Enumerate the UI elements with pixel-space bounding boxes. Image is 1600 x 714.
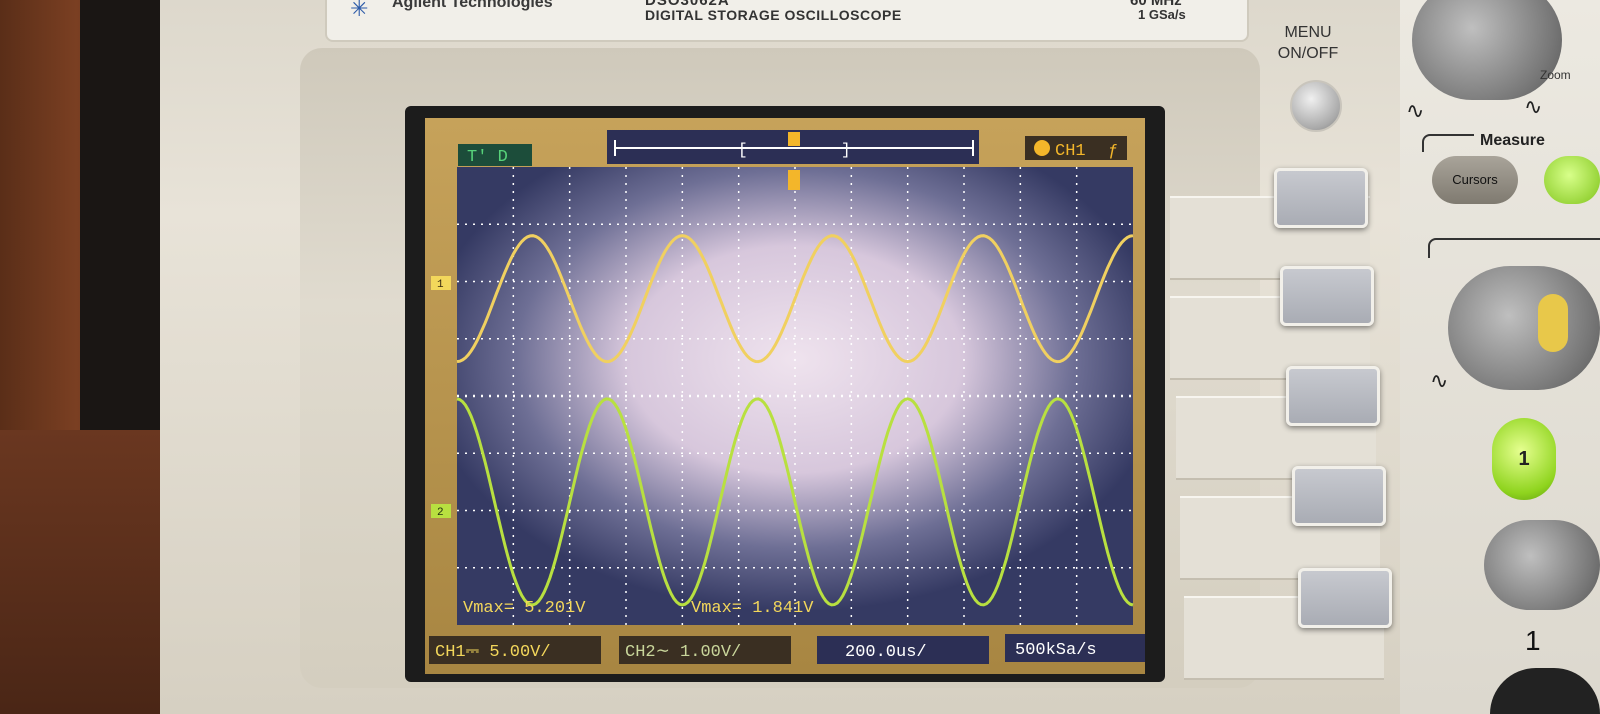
trigger-source-text: CH1 (1055, 142, 1086, 161)
measure-bracket (1422, 134, 1474, 152)
ch1-offset-knob[interactable] (1484, 520, 1600, 610)
measure-label: Measure (1480, 132, 1545, 149)
menu-on-off-button[interactable] (1290, 80, 1342, 132)
ch1-position-knob[interactable] (1538, 294, 1568, 352)
run-status-text: T' D (467, 148, 508, 167)
menu-on-off-label: MENU ON/OFF (1262, 22, 1354, 64)
ch2-scale-text: CH2∼ 1.00V/ (625, 643, 741, 662)
oscilloscope-screen: T' D [ ] CH1 ƒ 1 2 Vmax= 5.201V Vmax= 1.… (425, 118, 1145, 674)
sine-wave-icon-3: ∿ (1430, 368, 1449, 393)
horizontal-knob[interactable] (1412, 0, 1562, 100)
agilent-spark-icon: ✳ (350, 0, 369, 21)
product-name: DIGITAL STORAGE OSCILLOSCOPE (645, 7, 902, 23)
sine-wave-icon: ∿ (1406, 98, 1425, 123)
wooden-block (0, 430, 170, 714)
memory-window-right-bracket: ] (841, 141, 851, 159)
ch1-vertical-knob[interactable] (1448, 266, 1600, 390)
sine-wave-icon-2: ∿ (1524, 94, 1543, 119)
ch1-input-number: 1 (1525, 625, 1541, 656)
menu-label-line2: ON/OFF (1277, 45, 1339, 62)
trigger-icon (1034, 140, 1050, 156)
ch1-marker-label: 1 (437, 279, 444, 291)
measurement-ch2: Vmax= 1.841V (691, 599, 814, 618)
trigger-position-marker (788, 170, 800, 190)
screen-svg: T' D [ ] CH1 ƒ 1 2 Vmax= 5.201V Vmax= 1.… (429, 130, 1145, 664)
cursors-button[interactable]: Cursors (1432, 156, 1518, 204)
sample-rate-text: 500kSa/s (1015, 641, 1097, 660)
ch1-scale-text: CH1⎓ 5.00V/ (435, 643, 551, 662)
zoom-label: Zoom (1540, 68, 1571, 82)
memory-window-left-bracket: [ (738, 141, 748, 159)
softkey-2[interactable] (1280, 266, 1374, 326)
softkey-3[interactable] (1286, 366, 1380, 426)
trigger-slope-icon: ƒ (1108, 142, 1118, 161)
softkey-1[interactable] (1274, 168, 1368, 228)
measure-green-button[interactable] (1544, 156, 1600, 204)
softkey-5[interactable] (1298, 568, 1392, 628)
brand-name: Agilent Technologies (392, 0, 553, 11)
memory-trigger-marker (788, 132, 800, 146)
ch1-button[interactable]: 1 (1492, 418, 1556, 500)
channel-bracket (1428, 238, 1600, 258)
sample-rate-spec: 1 GSa/s (1138, 7, 1186, 22)
measurement-ch1: Vmax= 5.201V (463, 599, 586, 618)
menu-label-line1: MENU (1284, 24, 1332, 41)
ch2-marker-label: 2 (437, 507, 444, 519)
timebase-text: 200.0us/ (845, 643, 927, 662)
softkey-4[interactable] (1292, 466, 1386, 526)
